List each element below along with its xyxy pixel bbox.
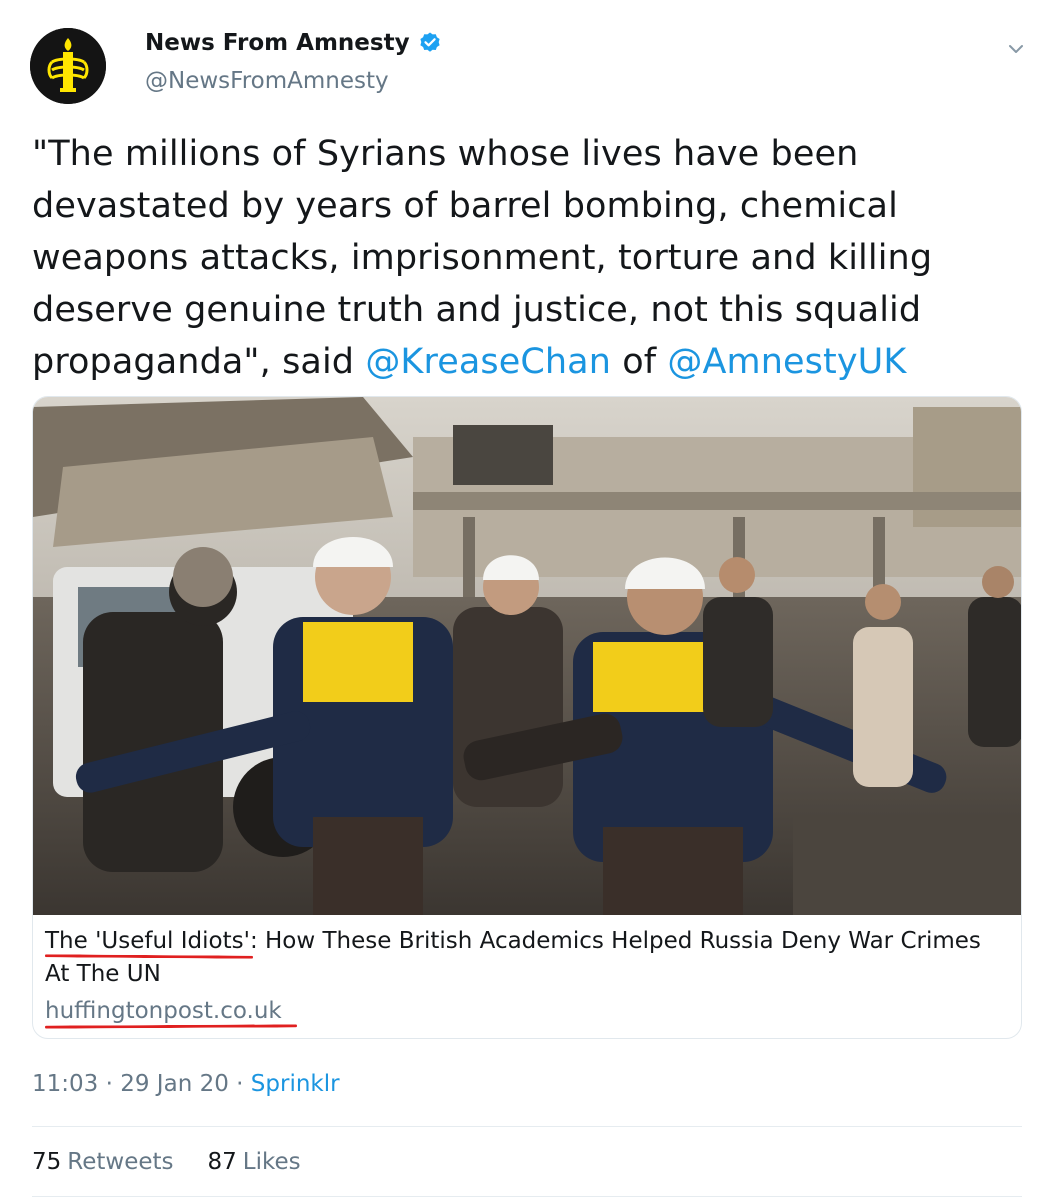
meta-separator: · <box>98 1071 121 1097</box>
meta-separator: · <box>228 1071 251 1097</box>
retweets-stat[interactable]: 75 Retweets <box>32 1146 174 1178</box>
card-title-line: The 'Useful Idiots': How These British A… <box>45 925 1005 958</box>
tweet-text-fragment: of <box>611 342 668 382</box>
card-title-rest: : How These British Academics Helped Rus… <box>249 928 981 954</box>
retweets-label: Retweets <box>67 1149 174 1175</box>
tweet-meta: 11:03 · 29 Jan 20 · Sprinklr <box>32 1068 340 1100</box>
tweet-text-line: weapons attacks, imprisonment, torture a… <box>32 238 933 278</box>
tweet-text-fragment: propaganda", said <box>32 342 366 382</box>
card-domain[interactable]: huffingtonpost.co.uk <box>45 995 282 1027</box>
verified-badge-icon <box>418 31 442 55</box>
handle[interactable]: @NewsFromAmnesty <box>145 66 389 96</box>
tweet-text: "The millions of Syrians whose lives hav… <box>32 128 1022 388</box>
likes-stat[interactable]: 87 Likes <box>208 1146 301 1178</box>
likes-count: 87 <box>207 1149 237 1175</box>
divider <box>32 1126 1022 1127</box>
link-card[interactable]: The 'Useful Idiots': How These British A… <box>32 396 1022 1039</box>
display-name[interactable]: News From Amnesty <box>145 28 410 58</box>
card-title-highlight: The 'Useful Idiots' <box>45 928 250 954</box>
amnesty-candle-logo-icon <box>30 28 106 104</box>
tweet-stats: 75 Retweets 87 Likes <box>32 1146 335 1178</box>
tweet-text-line: devastated by years of barrel bombing, c… <box>32 186 898 226</box>
tweet-date[interactable]: 29 Jan 20 <box>120 1071 229 1097</box>
tweet-time[interactable]: 11:03 <box>32 1071 98 1097</box>
chevron-down-icon[interactable] <box>1003 36 1029 62</box>
name-row: News From Amnesty <box>145 28 442 58</box>
mention-kreasechan[interactable]: @KreaseChan <box>365 342 611 382</box>
divider <box>32 1196 1022 1197</box>
card-image[interactable] <box>33 397 1021 915</box>
tweet-source[interactable]: Sprinklr <box>251 1071 340 1097</box>
tweet: News From Amnesty @NewsFromAmnesty "The … <box>0 0 1053 1200</box>
tweet-text-line: "The millions of Syrians whose lives hav… <box>32 134 859 174</box>
avatar[interactable] <box>30 28 106 104</box>
likes-label: Likes <box>242 1149 301 1175</box>
card-title-line: At The UN <box>45 961 161 987</box>
retweets-count: 75 <box>32 1149 62 1175</box>
red-underline-annotation <box>44 1024 298 1029</box>
mention-amnestyuk[interactable]: @AmnestyUK <box>667 342 906 382</box>
tweet-text-line: propaganda", said @KreaseChan of @Amnest… <box>32 336 1022 388</box>
tweet-text-line: deserve genuine truth and justice, not t… <box>32 290 922 330</box>
